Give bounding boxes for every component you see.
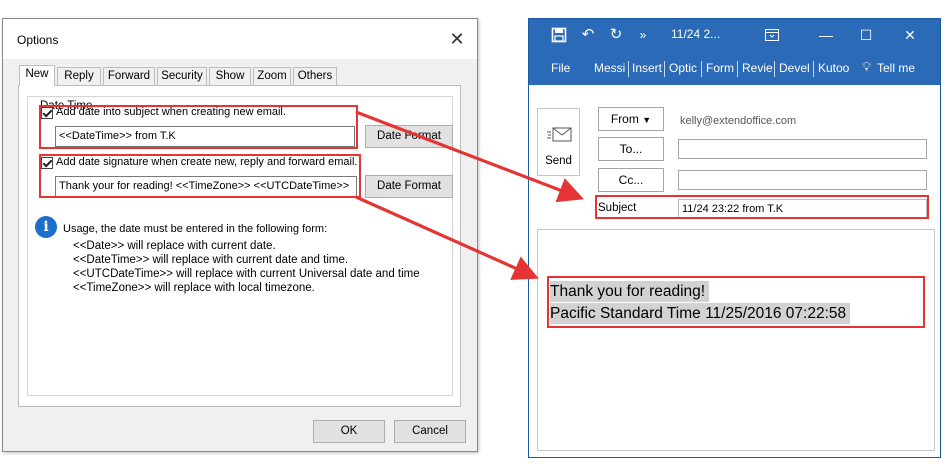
tab-new[interactable]: New <box>19 65 55 86</box>
arrow-to-subject <box>355 110 584 203</box>
arrow-to-body <box>355 195 539 280</box>
annotation-arrows <box>355 110 584 280</box>
